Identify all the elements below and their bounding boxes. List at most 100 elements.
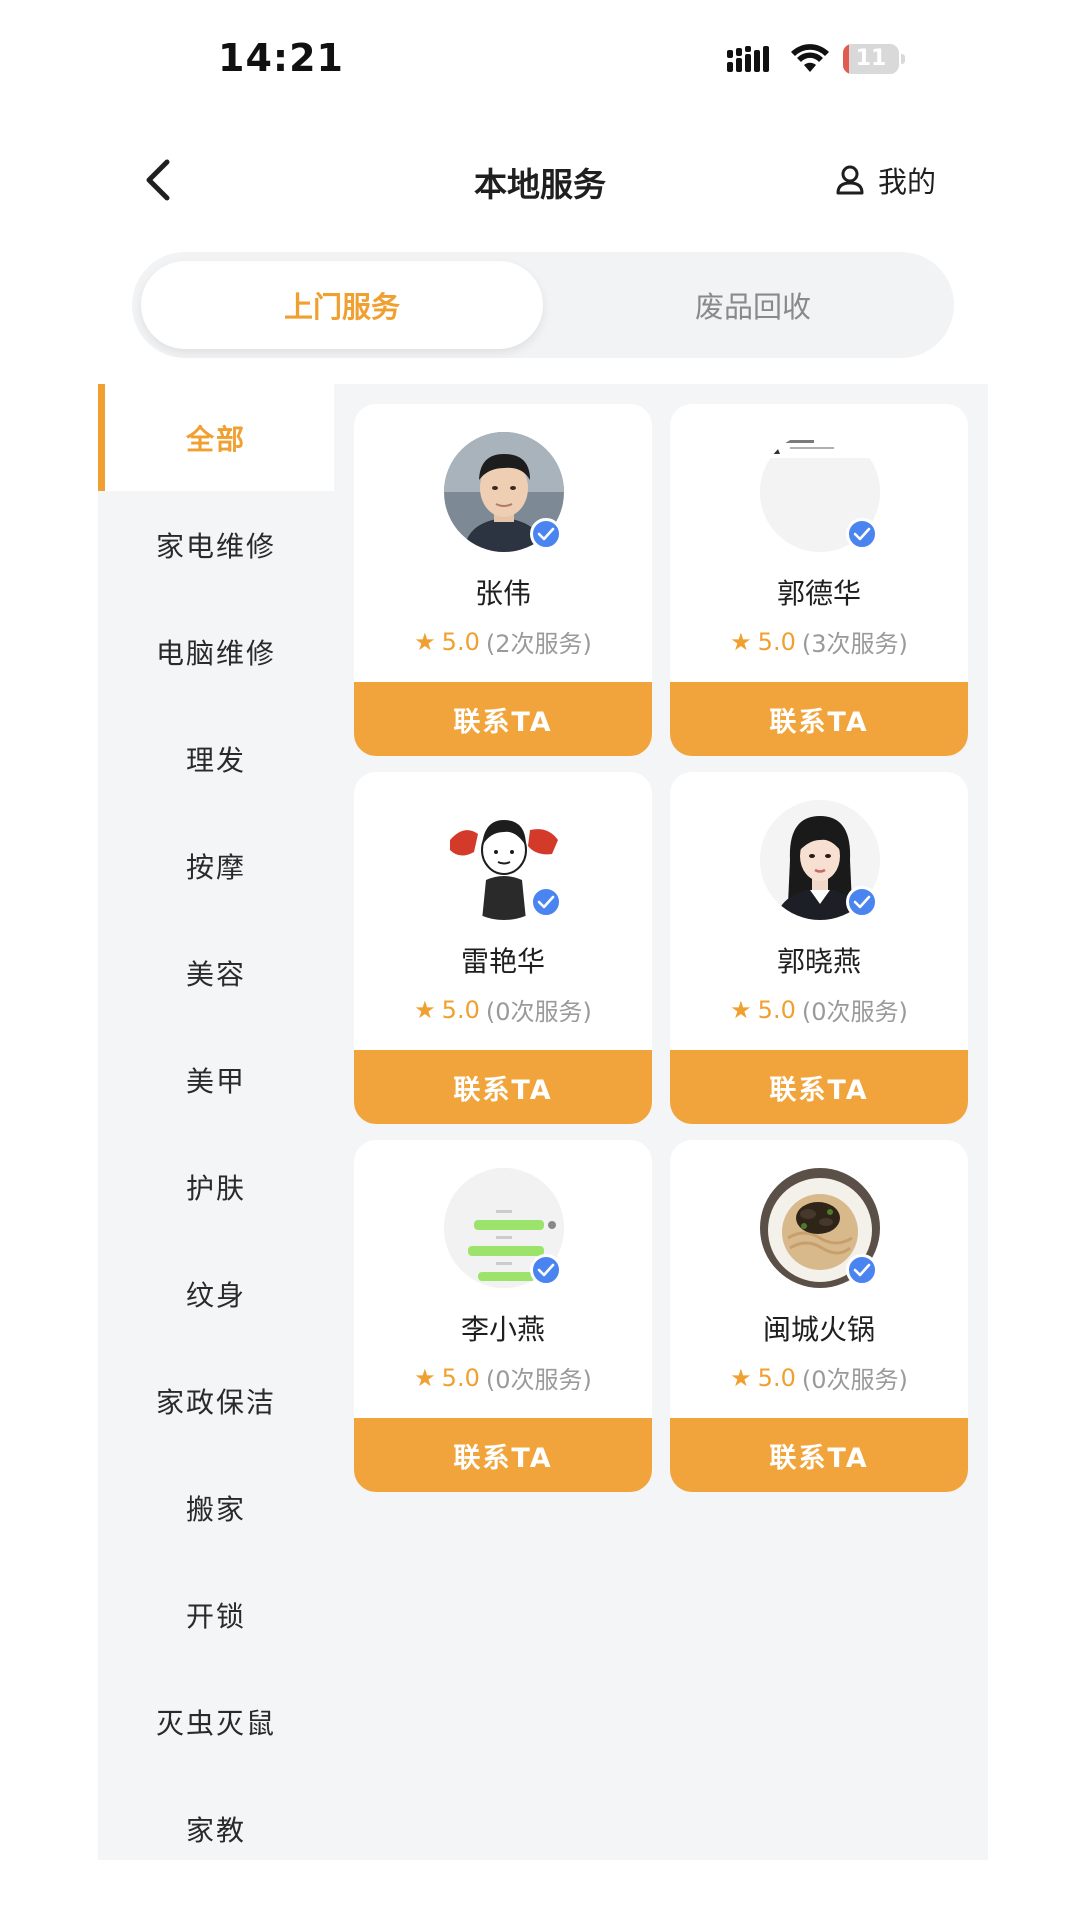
sidebar-item-housekeeping[interactable]: 家政保洁 bbox=[98, 1347, 334, 1454]
service-count: (0次服务) bbox=[801, 998, 908, 1026]
star-icon: ★ bbox=[414, 627, 436, 656]
sidebar-item-computer-repair[interactable]: 电脑维修 bbox=[98, 598, 334, 705]
provider-rating: ★ 5.0 (0次服务) bbox=[354, 1360, 652, 1395]
sidebar-item-label: 电脑维修 bbox=[155, 636, 276, 670]
status-time: 14:21 bbox=[218, 36, 344, 80]
star-icon: ★ bbox=[414, 995, 436, 1024]
back-button[interactable] bbox=[132, 154, 184, 206]
sidebar-item-label: 灭虫灭鼠 bbox=[155, 1706, 276, 1740]
rating-score: 5.0 bbox=[757, 1363, 796, 1392]
provider-name: 闽城火锅 bbox=[762, 1313, 875, 1346]
sidebar-item-label: 美容 bbox=[185, 957, 246, 991]
verified-badge bbox=[530, 886, 562, 918]
sidebar-item-haircut[interactable]: 理发 bbox=[98, 705, 334, 812]
provider-card[interactable]: 李小燕 ★ 5.0 (0次服务) 联系TA bbox=[354, 1140, 652, 1492]
sidebar-item-appliance-repair[interactable]: 家电维修 bbox=[98, 491, 334, 598]
sidebar-item-tattoo[interactable]: 纹身 bbox=[98, 1240, 334, 1347]
rating-score: 5.0 bbox=[757, 627, 796, 656]
provider-name: 张伟 bbox=[474, 577, 531, 610]
avatar-wrap bbox=[760, 800, 880, 920]
service-count: (0次服务) bbox=[485, 1366, 592, 1394]
rating-score: 5.0 bbox=[441, 995, 480, 1024]
avatar-wrap bbox=[760, 1168, 880, 1288]
wifi-icon bbox=[791, 44, 829, 72]
sidebar-item-manicure[interactable]: 美甲 bbox=[98, 1026, 334, 1133]
verified-badge bbox=[530, 518, 562, 550]
rating-score: 5.0 bbox=[757, 995, 796, 1024]
chevron-left-icon bbox=[146, 159, 170, 201]
rating-score: 5.0 bbox=[441, 627, 480, 656]
rating-score: 5.0 bbox=[441, 1363, 480, 1392]
service-count: (0次服务) bbox=[801, 1366, 908, 1394]
avatar-wrap bbox=[444, 800, 564, 920]
provider-card[interactable]: 郭晓燕 ★ 5.0 (0次服务) 联系TA bbox=[670, 772, 968, 1124]
sidebar-item-all[interactable]: 全部 bbox=[98, 384, 334, 491]
sidebar-item-massage[interactable]: 按摩 bbox=[98, 812, 334, 919]
contact-button[interactable]: 联系TA bbox=[670, 1050, 968, 1124]
checkmark-icon bbox=[853, 1263, 871, 1277]
service-count: (0次服务) bbox=[485, 998, 592, 1026]
sidebar-item-pest-control[interactable]: 灭虫灭鼠 bbox=[98, 1668, 334, 1775]
sidebar-item-label: 按摩 bbox=[185, 850, 246, 884]
mine-label: 我的 bbox=[878, 165, 937, 199]
star-icon: ★ bbox=[414, 1363, 436, 1392]
verified-badge bbox=[846, 1254, 878, 1286]
battery-body: 11 bbox=[843, 44, 899, 74]
checkmark-icon bbox=[537, 895, 555, 909]
verified-badge bbox=[846, 518, 878, 550]
nav-bar: 本地服务 我的 bbox=[0, 140, 1080, 220]
provider-name: 郭德华 bbox=[776, 577, 861, 610]
provider-name: 郭晓燕 bbox=[776, 945, 861, 978]
provider-rating: ★ 5.0 (3次服务) bbox=[670, 624, 968, 659]
sidebar-item-label: 家政保洁 bbox=[155, 1385, 276, 1419]
provider-card[interactable]: 郭德华 ★ 5.0 (3次服务) 联系TA bbox=[670, 404, 968, 756]
provider-card[interactable]: 雷艳华 ★ 5.0 (0次服务) 联系TA bbox=[354, 772, 652, 1124]
sidebar-item-label: 美甲 bbox=[185, 1064, 246, 1098]
provider-rating: ★ 5.0 (0次服务) bbox=[670, 1360, 968, 1395]
active-indicator bbox=[98, 384, 105, 491]
mine-button[interactable]: 我的 bbox=[836, 154, 936, 206]
sidebar-item-locksmith[interactable]: 开锁 bbox=[98, 1561, 334, 1668]
sidebar-item-label: 护肤 bbox=[185, 1171, 246, 1205]
contact-button[interactable]: 联系TA bbox=[354, 1050, 652, 1124]
checkmark-icon bbox=[537, 527, 555, 541]
avatar-wrap bbox=[760, 432, 880, 552]
service-count: (2次服务) bbox=[485, 630, 592, 658]
sidebar-item-beauty[interactable]: 美容 bbox=[98, 919, 334, 1026]
sidebar-item-moving[interactable]: 搬家 bbox=[98, 1454, 334, 1561]
checkmark-icon bbox=[853, 527, 871, 541]
contact-button[interactable]: 联系TA bbox=[354, 1418, 652, 1492]
provider-grid: 张伟 ★ 5.0 (2次服务) 联系TA 郭德华 ★ 5.0 (3次服务) 联系… bbox=[334, 384, 988, 1860]
verified-badge bbox=[846, 886, 878, 918]
provider-card[interactable]: 闽城火锅 ★ 5.0 (0次服务) 联系TA bbox=[670, 1140, 968, 1492]
avatar-wrap bbox=[444, 1168, 564, 1288]
tab-home-service[interactable]: 上门服务 bbox=[141, 261, 543, 349]
sidebar-item-label: 纹身 bbox=[185, 1278, 246, 1312]
provider-rating: ★ 5.0 (2次服务) bbox=[354, 624, 652, 659]
sidebar-item-label: 全部 bbox=[185, 422, 246, 456]
provider-rating: ★ 5.0 (0次服务) bbox=[354, 992, 652, 1027]
battery-cap bbox=[901, 54, 905, 64]
verified-badge bbox=[530, 1254, 562, 1286]
provider-card[interactable]: 张伟 ★ 5.0 (2次服务) 联系TA bbox=[354, 404, 652, 756]
service-count: (3次服务) bbox=[801, 630, 908, 658]
sidebar-item-skincare[interactable]: 护肤 bbox=[98, 1133, 334, 1240]
contact-button[interactable]: 联系TA bbox=[670, 682, 968, 756]
cellular-signal-icon bbox=[727, 46, 769, 72]
sidebar-item-label: 家电维修 bbox=[155, 529, 276, 563]
star-icon: ★ bbox=[730, 627, 752, 656]
page-title: 本地服务 bbox=[474, 165, 606, 204]
contact-button[interactable]: 联系TA bbox=[670, 1418, 968, 1492]
contact-button[interactable]: 联系TA bbox=[354, 682, 652, 756]
service-type-tabs: 上门服务 废品回收 bbox=[132, 252, 954, 358]
sidebar-item-label: 开锁 bbox=[185, 1599, 246, 1633]
battery-indicator: 11 bbox=[843, 44, 905, 74]
checkmark-icon bbox=[853, 895, 871, 909]
provider-name: 李小燕 bbox=[460, 1313, 545, 1346]
sidebar-item-label: 理发 bbox=[185, 743, 246, 777]
category-sidebar: 全部 家电维修 电脑维修 理发 按摩 美容 美甲 护肤 纹身 家政保洁 搬家 开… bbox=[98, 384, 334, 1860]
avatar-wrap bbox=[444, 432, 564, 552]
tab-recycling[interactable]: 废品回收 bbox=[552, 261, 954, 349]
checkmark-icon bbox=[537, 1263, 555, 1277]
sidebar-item-tutoring[interactable]: 家教 bbox=[98, 1775, 334, 1882]
